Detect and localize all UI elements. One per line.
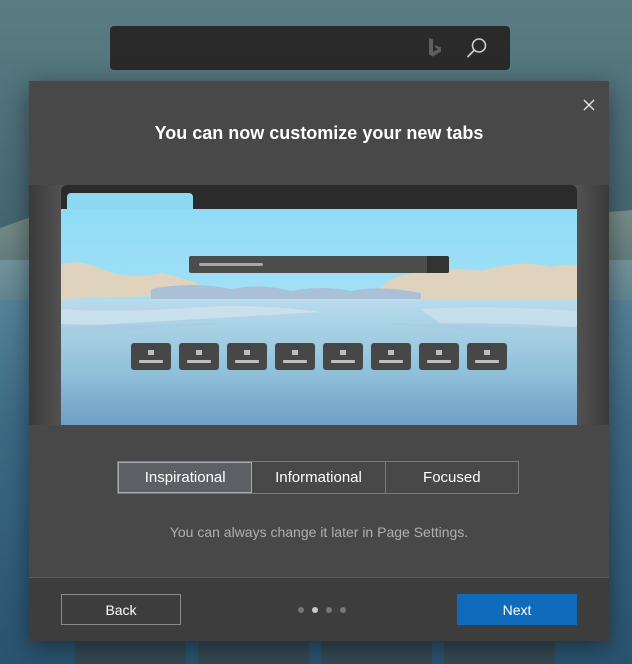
layout-preview (29, 185, 609, 425)
dialog-title: You can now customize your new tabs (154, 123, 484, 143)
step-dot-current (312, 607, 318, 613)
preview-tile (467, 343, 507, 370)
preview-browser-window (61, 185, 577, 425)
settings-hint: You can always change it later in Page S… (169, 524, 469, 540)
dialog-footer: Back Next (29, 578, 609, 641)
layout-option-inspirational[interactable]: Inspirational (118, 462, 253, 493)
page-search-bar[interactable] (110, 26, 510, 70)
preview-new-tab-page (61, 209, 577, 425)
step-dot (298, 607, 304, 613)
layout-option-informational[interactable]: Informational (252, 462, 386, 493)
preview-tile (179, 343, 219, 370)
background-tiles (75, 641, 555, 664)
preview-tile (323, 343, 363, 370)
step-dot (340, 607, 346, 613)
layout-selector: Inspirational Informational Focused (117, 461, 519, 494)
customize-tabs-dialog: You can now customize your new tabs Insp… (29, 81, 609, 641)
preview-tile (419, 343, 459, 370)
preview-tile (131, 343, 171, 370)
preview-landscape-image (61, 209, 577, 425)
close-icon (583, 99, 595, 111)
step-indicator (298, 607, 346, 613)
next-button[interactable]: Next (457, 594, 577, 625)
preview-tile (371, 343, 411, 370)
preview-tile (227, 343, 267, 370)
step-dot (326, 607, 332, 613)
close-button[interactable] (577, 93, 601, 117)
layout-option-focused[interactable]: Focused (386, 462, 518, 493)
preview-tile (275, 343, 315, 370)
preview-quick-links (131, 343, 507, 370)
preview-search-bar (189, 256, 449, 273)
bing-icon[interactable] (425, 37, 445, 59)
back-button[interactable]: Back (61, 594, 181, 625)
search-icon[interactable] (465, 36, 489, 60)
